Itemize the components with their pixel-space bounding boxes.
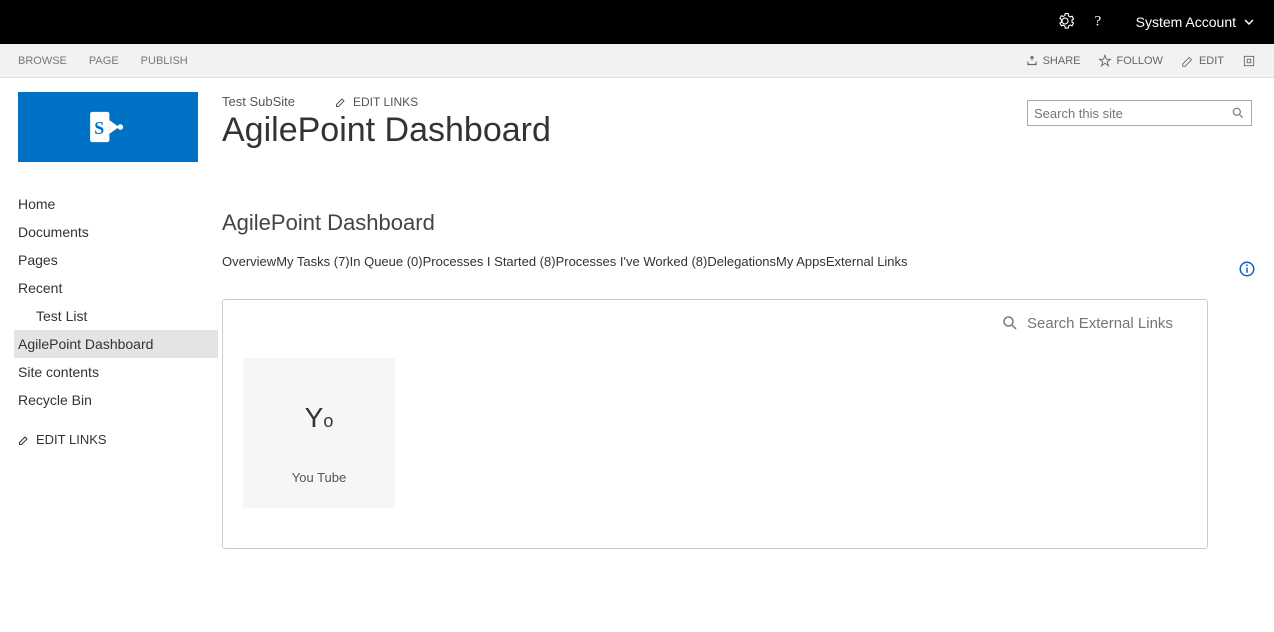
nav-agilepoint-dashboard[interactable]: AgilePoint Dashboard	[14, 330, 218, 358]
tile-label: You Tube	[292, 470, 346, 485]
tab-overview[interactable]: Overview	[222, 254, 276, 269]
svg-text:S: S	[94, 118, 104, 138]
share-button[interactable]: SHARE	[1025, 54, 1081, 68]
ribbon-tab-page[interactable]: PAGE	[89, 55, 119, 67]
search-icon[interactable]	[1231, 106, 1245, 120]
search-icon	[1001, 314, 1019, 332]
chevron-down-icon	[1244, 14, 1254, 30]
user-menu[interactable]: System Account	[1136, 14, 1254, 30]
info-icon[interactable]	[1238, 260, 1256, 281]
svg-text:?: ?	[1094, 13, 1101, 29]
tab-processes-started[interactable]: Processes I Started (8)	[423, 254, 556, 269]
nav-site-contents[interactable]: Site contents	[18, 358, 218, 386]
nav-documents[interactable]: Documents	[18, 218, 218, 246]
ribbon-tab-publish[interactable]: PUBLISH	[141, 55, 188, 67]
focus-icon[interactable]	[1242, 54, 1256, 68]
edit-button[interactable]: EDIT	[1181, 54, 1224, 68]
tab-processes-worked[interactable]: Processes I've Worked (8)	[556, 254, 708, 269]
panel-search-input[interactable]	[1027, 315, 1187, 332]
section-title: AgilePoint Dashboard	[222, 210, 1256, 236]
nav-recent[interactable]: Recent	[18, 274, 218, 302]
gear-icon[interactable]	[1056, 12, 1074, 33]
tile-youtube[interactable]: Yo You Tube	[243, 358, 395, 508]
tab-my-tasks[interactable]: My Tasks (7)	[276, 254, 349, 269]
suite-bar: ? System Account	[0, 0, 1274, 44]
nav-test-list[interactable]: Test List	[18, 302, 218, 330]
pencil-icon	[18, 434, 30, 446]
external-links-panel: Yo You Tube	[222, 299, 1208, 549]
nav-home[interactable]: Home	[18, 190, 218, 218]
tile-icon: Yo	[305, 402, 334, 434]
tab-external-links[interactable]: External Links	[826, 254, 908, 269]
ribbon: BROWSE PAGE PUBLISH SHARE FOLLOW EDIT	[0, 44, 1274, 78]
breadcrumb[interactable]: Test SubSite	[222, 94, 295, 109]
nav-edit-links[interactable]: EDIT LINKS	[18, 426, 218, 453]
follow-button[interactable]: FOLLOW	[1098, 54, 1162, 68]
user-name: System Account	[1136, 14, 1236, 30]
site-search[interactable]	[1027, 100, 1252, 126]
tab-my-apps[interactable]: My Apps	[776, 254, 826, 269]
tab-in-queue[interactable]: In Queue (0)	[350, 254, 423, 269]
help-icon[interactable]: ?	[1090, 12, 1108, 33]
site-search-input[interactable]	[1034, 106, 1231, 121]
panel-search[interactable]	[1001, 314, 1187, 332]
nav-pages[interactable]: Pages	[18, 246, 218, 274]
left-nav: Home Documents Pages Recent Test List Ag…	[18, 190, 218, 453]
ribbon-tab-browse[interactable]: BROWSE	[18, 55, 67, 67]
tab-delegations[interactable]: Delegations	[707, 254, 776, 269]
site-logo[interactable]: S	[18, 92, 198, 162]
pencil-icon	[335, 96, 347, 108]
edit-links-top[interactable]: EDIT LINKS	[335, 95, 418, 109]
nav-recycle-bin[interactable]: Recycle Bin	[18, 386, 218, 414]
